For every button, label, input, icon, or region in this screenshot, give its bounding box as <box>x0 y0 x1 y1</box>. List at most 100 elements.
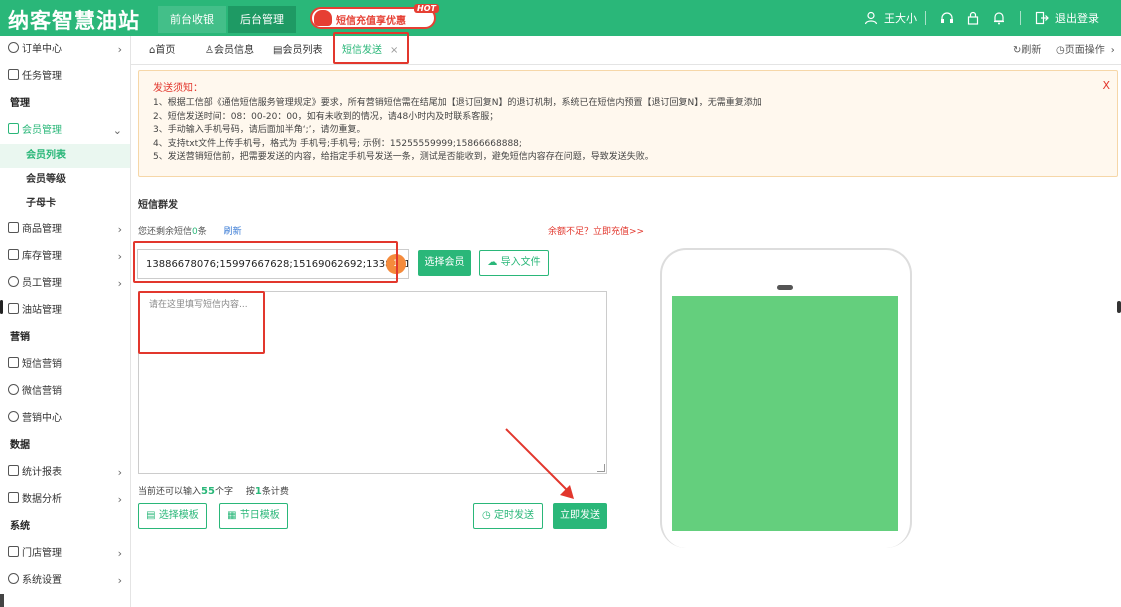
logout-link[interactable]: 退出登录 <box>1055 10 1099 26</box>
page-ops-button[interactable]: ◷页面操作 › <box>1056 36 1115 65</box>
clock-icon: ◷ <box>482 510 491 521</box>
cloud-upload-icon: ☁ <box>487 257 498 268</box>
highlight-annotation <box>133 241 398 283</box>
chars-left: 55 <box>201 486 215 497</box>
lock-icon[interactable] <box>966 11 980 25</box>
tab-member-info[interactable]: ♙会员信息 <box>205 36 254 65</box>
sidebar-item-label: 会员管理 <box>22 125 62 136</box>
chars-prefix: 当前还可以输入 <box>138 487 202 497</box>
choose-template-button[interactable]: ▤ 选择模板 <box>138 503 207 529</box>
sidebar-item-staff-management[interactable]: 员工管理 › <box>0 270 130 297</box>
sidebar-item-wechat-marketing[interactable]: 微信营销 <box>0 378 130 405</box>
sidebar-item-member-management[interactable]: 会员管理 ⌄ <box>0 117 130 144</box>
phone-speaker <box>777 285 793 290</box>
tab-home[interactable]: ⌂首页 <box>149 36 175 65</box>
sidebar-section-data: 数据 <box>10 440 30 451</box>
bell-icon[interactable] <box>992 11 1006 25</box>
holiday-template-label: 节日模板 <box>239 510 280 521</box>
refresh-button[interactable]: ↻刷新 <box>1013 36 1041 65</box>
notice-title: 发送须知： <box>153 83 203 94</box>
notice-line: 2、短信发送时间：08：00-20：00，如有未收到的情况，请48小时内及时联系… <box>153 111 499 122</box>
divider <box>1020 11 1021 25</box>
sidebar-item-data-analysis[interactable]: 数据分析 › <box>0 486 130 513</box>
tab-member-list[interactable]: ▤会员列表 <box>273 36 322 65</box>
gear-icon <box>8 573 19 584</box>
sidebar: 订单中心 › 任务管理 管理 会员管理 ⌄ 会员列表 会员等级 子母卡 商品管理 › … <box>0 36 131 607</box>
tab-backend-admin[interactable]: 后台管理 <box>228 6 296 33</box>
sidebar-item-label: 数据分析 <box>22 494 62 505</box>
sidebar-section-marketing: 营销 <box>10 332 30 343</box>
side-handle <box>1117 301 1121 313</box>
document-icon: ▤ <box>146 510 156 521</box>
notice-close-button[interactable]: X <box>1102 79 1110 92</box>
person-icon: ♙ <box>205 45 214 56</box>
choose-member-button[interactable]: 选择会员 <box>418 250 471 276</box>
chevron-right-icon: › <box>117 250 122 263</box>
annotation-arrow <box>505 428 574 499</box>
top-bar: 纳客智慧油站 前台收银 后台管理 短信充值享优惠 HOT 王大小 退出登录 <box>0 0 1121 36</box>
user-name[interactable]: 王大小 <box>884 10 917 26</box>
bar-chart-icon <box>8 465 19 476</box>
hot-badge: HOT <box>414 4 439 13</box>
notice-line: 5、发送营销短信前，把需要发送的内容，给指定手机号发送一条，测试是否能收到，避免… <box>153 152 654 162</box>
remaining-sms-text: 您还剩余短信0条 刷新 <box>138 224 242 237</box>
crown-icon <box>8 123 19 134</box>
logout-icon[interactable] <box>1035 11 1049 25</box>
sidebar-item-label: 库存管理 <box>22 251 62 262</box>
sidebar-item-label: 营销中心 <box>22 413 62 424</box>
chevron-right-icon: › <box>117 277 122 290</box>
sidebar-item-inventory-management[interactable]: 库存管理 › <box>0 243 130 270</box>
sidebar-item-label: 统计报表 <box>22 467 62 478</box>
store-icon <box>8 546 19 557</box>
tab-home-label: 首页 <box>155 45 176 56</box>
user-icon <box>864 11 878 25</box>
sidebar-item-statistics-report[interactable]: 统计报表 › <box>0 459 130 486</box>
divider <box>925 11 926 25</box>
sidebar-item-marketing-center[interactable]: 营销中心 <box>0 405 130 432</box>
notice-line: 1、根据工信部《通信短信服务管理规定》要求，所有营销短信需在结尾加【退订回复N】… <box>153 98 762 108</box>
station-icon <box>8 303 19 314</box>
highlight-annotation <box>333 32 409 64</box>
sidebar-item-label: 油站管理 <box>22 305 62 316</box>
chevron-down-icon: ⌄ <box>112 124 122 137</box>
sidebar-item-order-center[interactable]: 订单中心 › <box>0 36 130 63</box>
send-now-button[interactable]: 立即发送 <box>553 503 607 529</box>
sidebar-item-station-management[interactable]: 油站管理 <box>0 297 130 324</box>
holiday-template-button[interactable]: ▦ 节日模板 <box>219 503 288 529</box>
sidebar-item-system-settings[interactable]: 系统设置 › <box>0 567 130 594</box>
bill-prefix: 按 <box>245 487 255 497</box>
chevron-right-icon: › <box>117 493 122 506</box>
resize-handle[interactable] <box>597 464 605 472</box>
recharge-link[interactable]: 余额不足？立即充值>> <box>548 224 644 237</box>
money-bag-icon <box>314 10 332 26</box>
sidebar-item-label: 任务管理 <box>22 71 62 82</box>
sidebar-item-member-list[interactable]: 会员列表 <box>0 144 130 168</box>
bottom-left-handle <box>0 594 4 607</box>
headset-icon[interactable] <box>940 11 954 25</box>
globe-icon <box>8 42 19 53</box>
choose-template-label: 选择模板 <box>158 510 199 521</box>
notice-line: 3、手动输入手机号码，请后面加半角‘;’，请勿重复。 <box>153 125 366 135</box>
monitor-icon <box>8 492 19 503</box>
tab-front-cashier[interactable]: 前台收银 <box>158 6 226 33</box>
sidebar-item-task-management[interactable]: 任务管理 <box>0 63 130 90</box>
chevron-right-icon: › <box>1110 45 1115 56</box>
sidebar-item-product-management[interactable]: 商品管理 › <box>0 216 130 243</box>
person-icon <box>8 276 19 287</box>
sidebar-item-label: 商品管理 <box>22 224 62 235</box>
sidebar-section-management: 管理 <box>10 98 30 109</box>
sidebar-item-store-management[interactable]: 门店管理 › <box>0 540 130 567</box>
sidebar-item-member-level[interactable]: 会员等级 <box>0 168 130 192</box>
warehouse-icon <box>8 249 19 260</box>
sidebar-item-sms-marketing[interactable]: 短信营销 <box>0 351 130 378</box>
refresh-balance-link[interactable]: 刷新 <box>224 227 242 237</box>
tab-member-info-label: 会员信息 <box>213 45 254 56</box>
sidebar-item-label: 订单中心 <box>22 44 62 55</box>
tab-member-list-label: 会员列表 <box>282 45 323 56</box>
scheduled-send-button[interactable]: ◷ 定时发送 <box>473 503 543 529</box>
import-file-button[interactable]: ☁ 导入文件 <box>479 250 549 276</box>
chevron-right-icon: › <box>117 43 122 56</box>
remaining-prefix: 您还剩余短信 <box>138 227 193 237</box>
sidebar-item-sub-card[interactable]: 子母卡 <box>0 192 130 216</box>
page-ops-label: 页面操作 <box>1064 45 1105 56</box>
